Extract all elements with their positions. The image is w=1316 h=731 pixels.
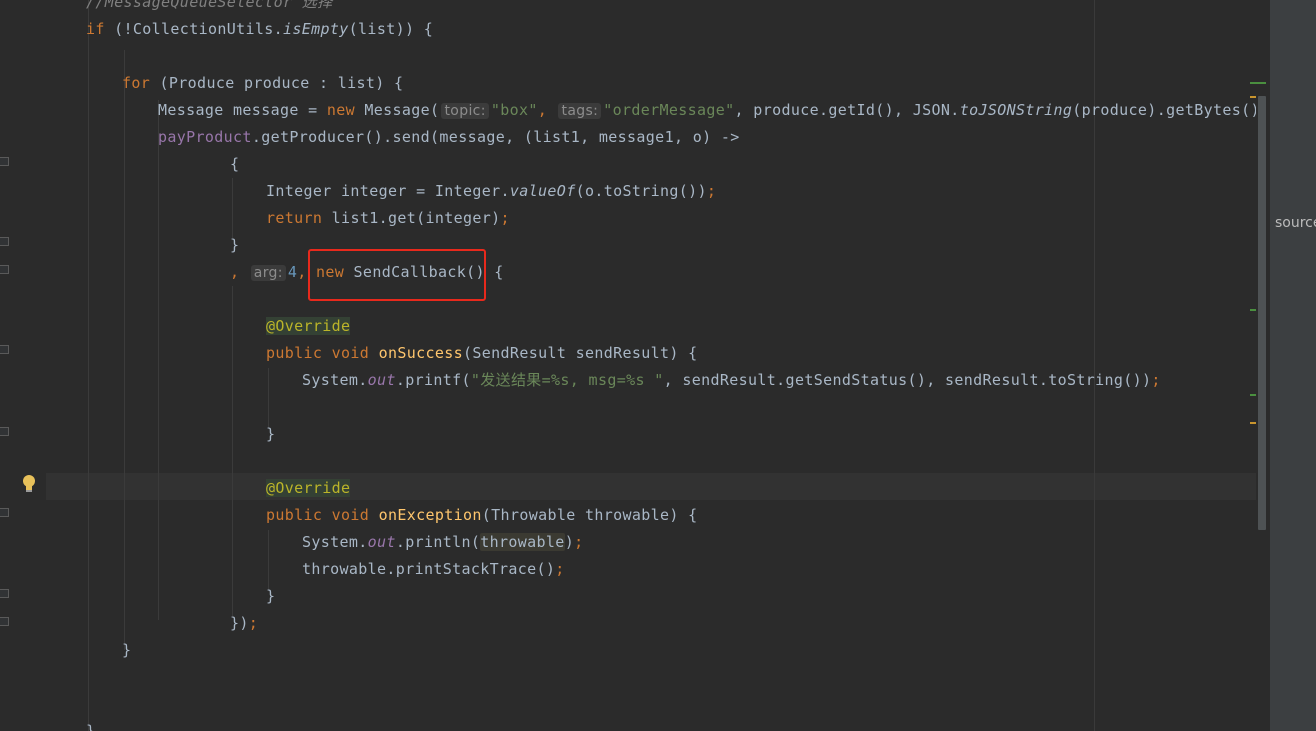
code-line-return: return list1.get(integer); — [266, 209, 510, 227]
code-line-onsuccess: public void onSuccess(SendResult sendRes… — [266, 344, 698, 362]
code-line-send: payProduct.getProducer().send(message, (… — [158, 128, 740, 146]
code-line-for: for (Produce produce : list) { — [122, 74, 404, 92]
parameter-hint-topic: topic: — [441, 103, 489, 119]
fold-marker[interactable] — [0, 157, 9, 166]
code-line-comment: //MessageQueueSelector 选择 — [86, 0, 333, 11]
fold-marker[interactable] — [0, 265, 9, 274]
code-line-integer: Integer integer = Integer.valueOf(o.toSt… — [266, 182, 717, 200]
indent-guide — [232, 286, 233, 616]
highlight-annotation-box — [308, 249, 486, 301]
code-line-override-2: @Override — [266, 479, 351, 497]
editor-gutter[interactable] — [0, 0, 46, 731]
code-line-printstacktrace: throwable.printStackTrace(); — [302, 560, 565, 578]
parameter-hint-arg: arg: — [250, 265, 286, 281]
vertical-scrollbar[interactable] — [1256, 90, 1268, 530]
indent-guide — [268, 368, 269, 428]
code-line-close-onexception: } — [266, 587, 276, 605]
indent-guide — [88, 0, 89, 731]
right-tool-panel[interactable]: source — [1270, 0, 1316, 731]
parameter-hint-tags: tags: — [558, 103, 602, 119]
indent-guide — [158, 100, 159, 620]
code-line-onexception: public void onException(Throwable throwa… — [266, 506, 698, 524]
fold-marker[interactable] — [0, 345, 9, 354]
code-line-close-onsuccess: } — [266, 425, 276, 443]
code-line-println: System.out.println(throwable); — [302, 533, 584, 551]
panel-label[interactable]: source — [1275, 215, 1316, 231]
fold-marker[interactable] — [0, 427, 9, 436]
change-marker[interactable] — [1250, 82, 1266, 84]
scrollbar-thumb[interactable] — [1258, 96, 1266, 530]
code-line-message: Message message = new Message(topic: "box… — [158, 101, 1270, 119]
indent-guide — [268, 530, 269, 590]
code-line-override-1: @Override — [266, 317, 351, 335]
fold-marker[interactable] — [0, 617, 9, 626]
code-line-close-if: } — [86, 722, 96, 731]
lightbulb-icon[interactable] — [22, 474, 36, 494]
fold-marker[interactable] — [0, 589, 9, 598]
code-line-close-send: }); — [230, 614, 259, 632]
indent-guide — [124, 50, 125, 650]
code-editor[interactable]: //MessageQueueSelector 选择 if (!Collectio… — [46, 0, 1270, 731]
code-line-close-brace: } — [230, 236, 240, 254]
fold-marker[interactable] — [0, 237, 9, 246]
code-line-if: if (!CollectionUtils.isEmpty(list)) { — [86, 20, 434, 38]
code-line-close-for: } — [122, 641, 132, 659]
code-line-printf: System.out.printf("发送结果=%s, msg=%s ", se… — [302, 371, 1161, 389]
fold-marker[interactable] — [0, 508, 9, 517]
code-line-open-brace: { — [230, 155, 240, 173]
caret-row-highlight — [46, 473, 1256, 500]
indent-guide — [232, 178, 233, 238]
